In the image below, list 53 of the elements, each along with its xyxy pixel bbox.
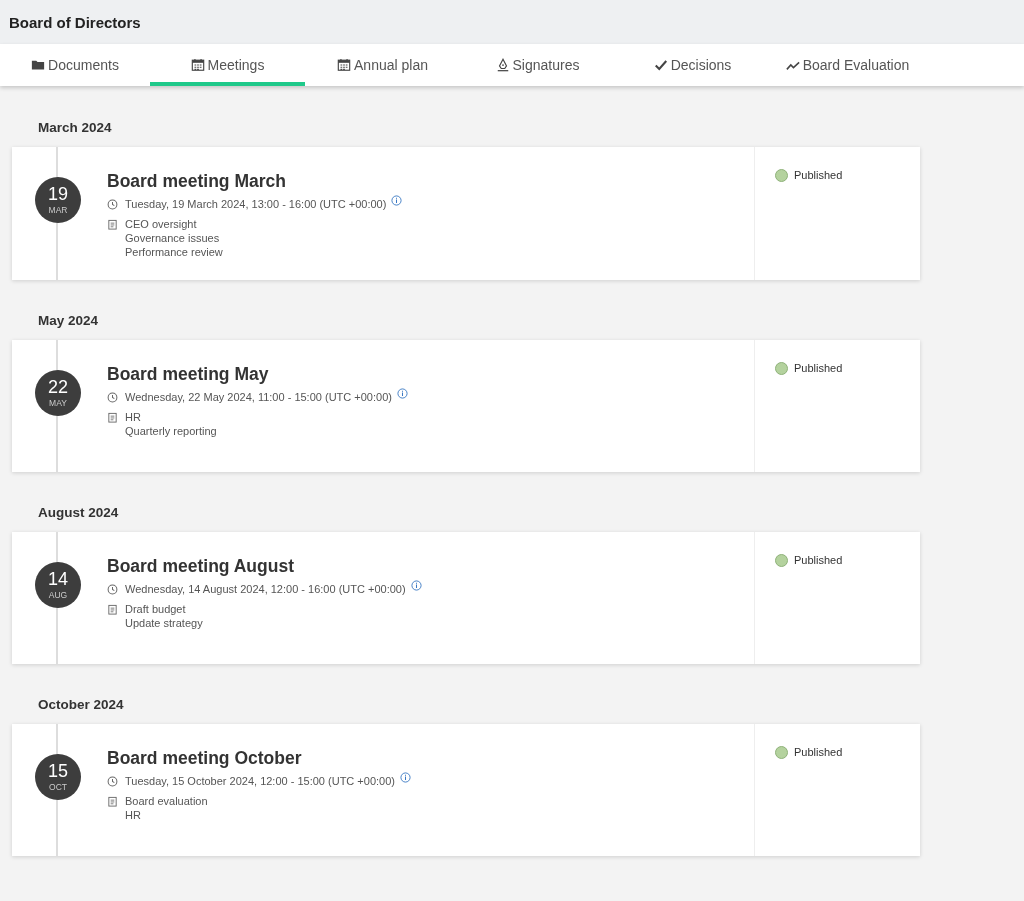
clipboard-icon (107, 604, 118, 615)
tab[interactable]: Decisions (615, 44, 770, 86)
agenda-item: Update strategy (125, 616, 203, 631)
date-badge: 14 AUG (35, 562, 81, 608)
agenda-item: Quarterly reporting (125, 424, 217, 439)
status-label: Published (794, 554, 843, 566)
tab[interactable]: Annual plan (305, 44, 460, 86)
agenda-item: Performance review (125, 245, 223, 260)
agenda-item: Governance issues (125, 231, 221, 246)
clock-icon (107, 392, 118, 403)
agenda-item: HR (125, 808, 142, 823)
folder-icon (31, 58, 46, 72)
meeting-time: Tuesday, 15 October 2024, 12:00 - 15:00 (UTC +00:00) (125, 775, 395, 787)
tab[interactable]: Meetings (150, 44, 305, 86)
clock-icon (107, 584, 118, 595)
tab[interactable]: Documents (0, 44, 150, 86)
clipboard-icon (107, 796, 118, 807)
calendar-icon (337, 58, 351, 72)
agenda-item: HR (125, 410, 142, 425)
date-badge: 22 MAY (35, 370, 81, 416)
calendar-icon (190, 58, 205, 72)
info-icon[interactable] (399, 772, 411, 783)
meeting-time: Wednesday, 22 May 2024, 11:00 - 15:00 (UTC +00:00) (125, 391, 392, 403)
meeting-title[interactable]: Board meeting May (107, 364, 269, 385)
agenda-item: Draft budget (125, 602, 187, 617)
status-label: Published (794, 169, 843, 181)
month-heading: May 2024 (37, 312, 100, 330)
tab[interactable]: Signatures (460, 44, 615, 86)
meeting-time: Wednesday, 14 August 2024, 12:00 - 16:00 (UTC +00:00) (125, 583, 406, 595)
info-icon[interactable] (410, 580, 422, 591)
info-icon[interactable] (396, 388, 408, 399)
pen-nib-icon (495, 58, 510, 72)
month-heading: October 2024 (37, 696, 125, 714)
status-label: Published (794, 746, 843, 758)
meeting-title[interactable]: Board meeting March (107, 171, 286, 192)
page-title: Board of Directors (9, 13, 141, 31)
info-icon[interactable] (391, 195, 403, 206)
tab[interactable]: Board Evaluation (770, 44, 925, 86)
meeting-title[interactable]: Board meeting August (107, 556, 294, 577)
status-label: Published (794, 362, 843, 374)
clock-icon (107, 776, 118, 787)
agenda-item: Board evaluation (125, 794, 208, 809)
date-badge: 15 OCT (35, 754, 81, 800)
month-heading: March 2024 (37, 119, 113, 137)
month-heading: August 2024 (37, 504, 120, 522)
checkmark-icon (653, 58, 668, 72)
clock-icon (107, 199, 118, 210)
meeting-time: Tuesday, 19 March 2024, 13:00 - 16:00 (UTC +00:00) (125, 198, 387, 210)
meeting-title[interactable]: Board meeting October (107, 748, 302, 769)
date-badge: 19 MAR (35, 177, 81, 223)
agenda-item: CEO oversight (125, 217, 198, 232)
clipboard-icon (107, 412, 118, 423)
clipboard-icon (107, 219, 118, 230)
